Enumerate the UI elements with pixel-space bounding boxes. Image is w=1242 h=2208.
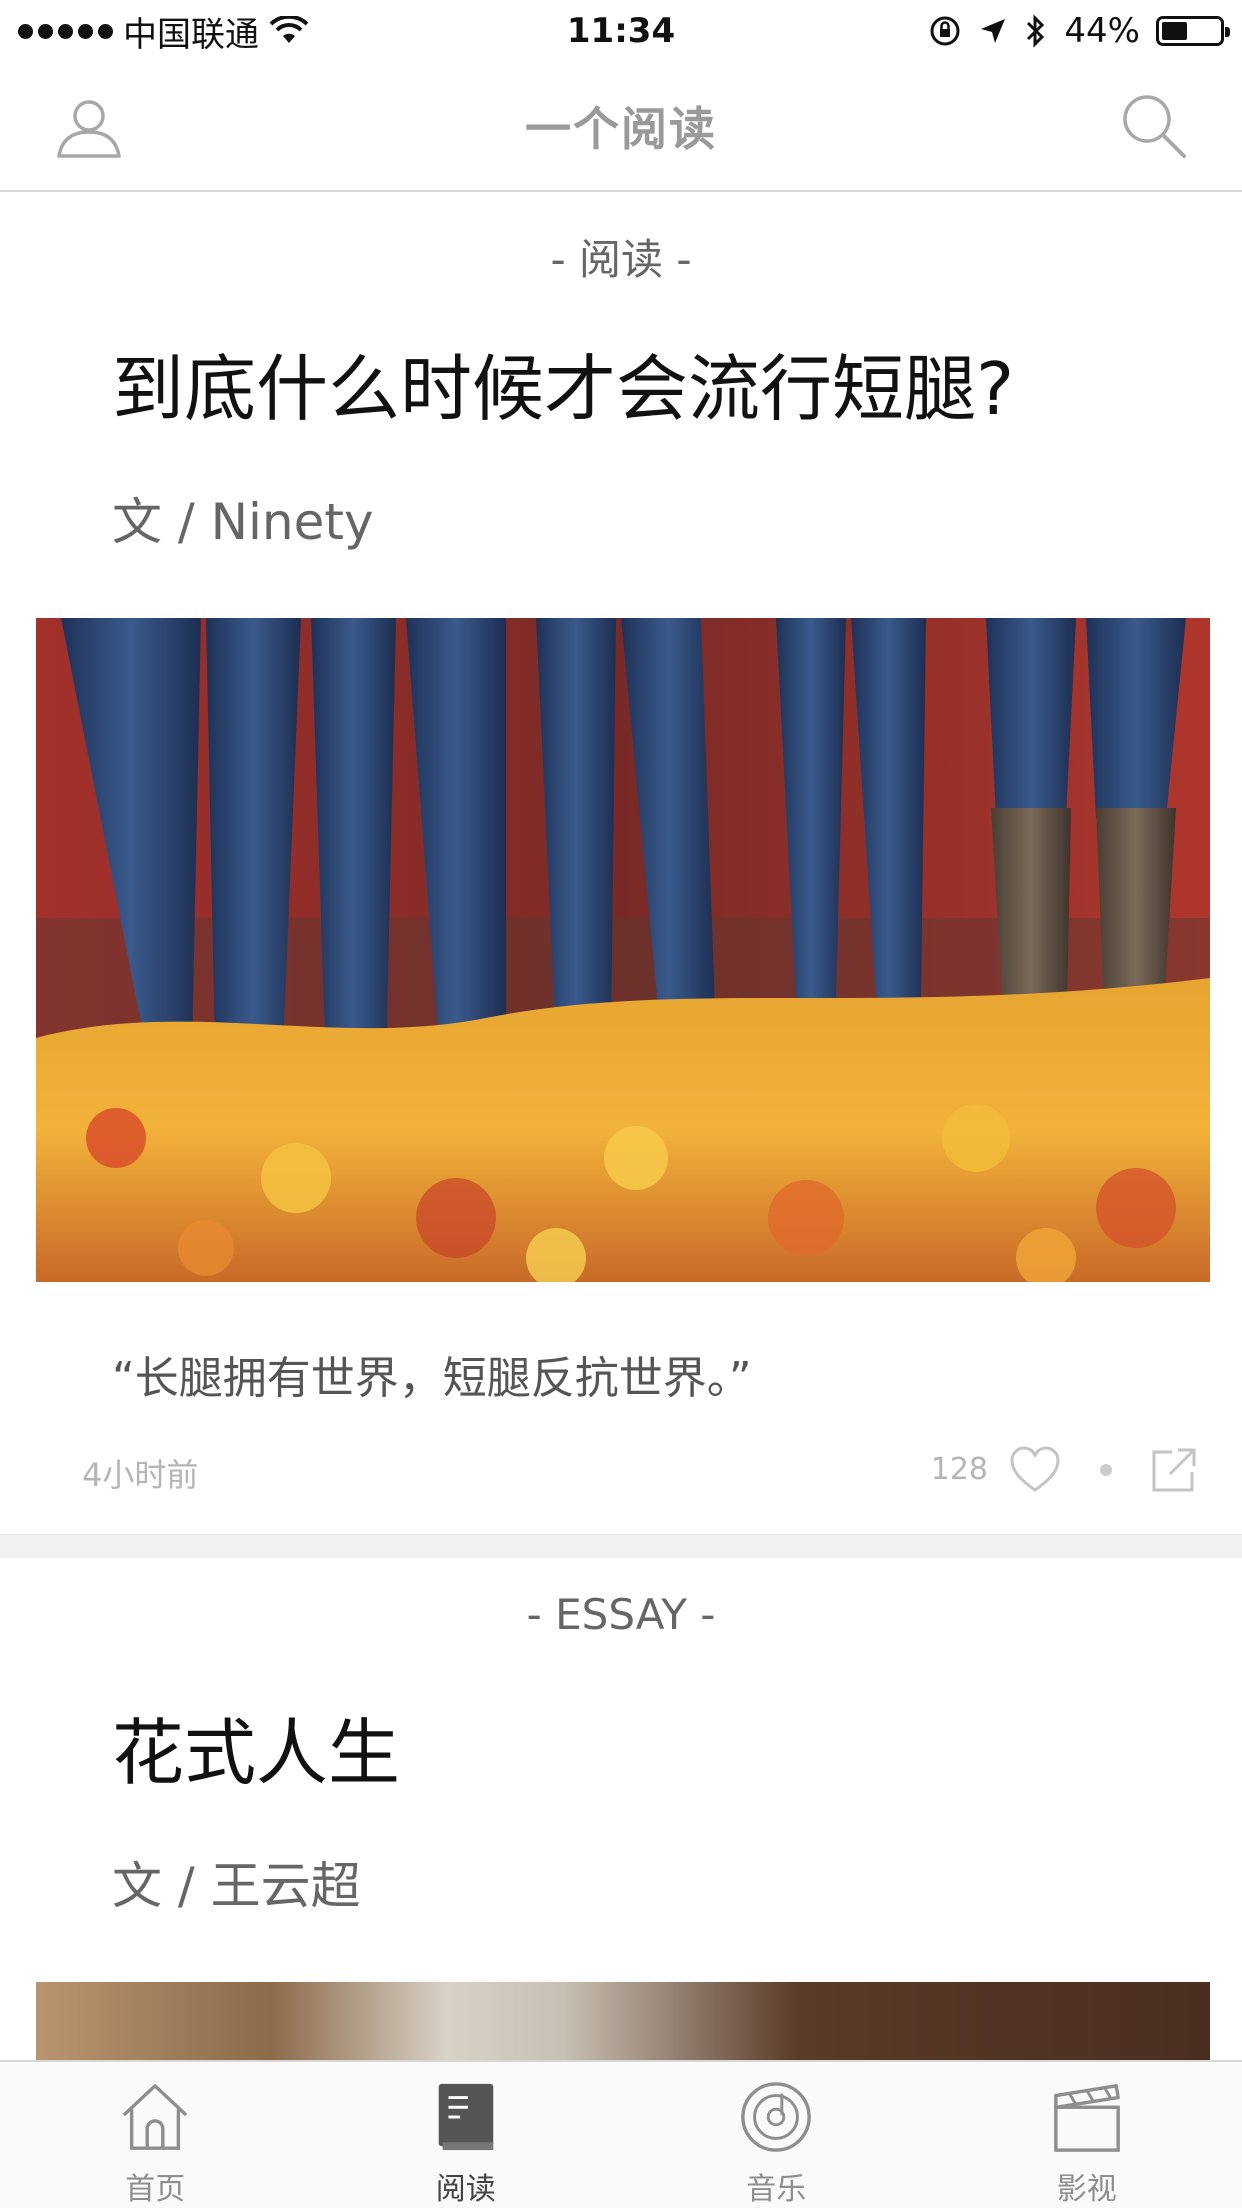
- bluetooth-icon: [1027, 14, 1045, 48]
- card-author: 文 / Ninety: [112, 493, 374, 551]
- page-title: 一个阅读: [525, 102, 717, 156]
- article-card[interactable]: - 阅读 - 到底什么时候才会流行短腿? 文 / Ninety “长腿拥有世界，…: [0, 194, 1242, 1534]
- wifi-icon: [269, 16, 309, 43]
- clapperboard-icon: [1053, 2084, 1120, 2152]
- status-left: 中国联通: [18, 7, 309, 56]
- tab-movie[interactable]: 影视: [932, 2062, 1242, 2208]
- nav-bar: 一个阅读: [0, 62, 1242, 192]
- card-timestamp: 4小时前: [82, 1456, 199, 1494]
- tab-label: 音乐: [746, 2172, 807, 2207]
- article-card[interactable]: - ESSAY - 花式人生 文 / 王云超: [0, 1558, 1242, 2060]
- home-icon: [122, 2084, 188, 2150]
- tab-bar: 首页 阅读 音乐 影视: [0, 2060, 1242, 2208]
- status-right: 44%: [928, 11, 1230, 51]
- tab-label: 影视: [1056, 2172, 1117, 2207]
- signal-strength-icon: [18, 23, 113, 39]
- share-icon[interactable]: [1148, 1444, 1200, 1496]
- tab-label: 首页: [125, 2172, 186, 2207]
- card-category: - ESSAY -: [526, 1590, 716, 1639]
- feed-list[interactable]: - 阅读 - 到底什么时候才会流行短腿? 文 / Ninety “长腿拥有世界，…: [0, 194, 1242, 2060]
- tab-home[interactable]: 首页: [0, 2062, 311, 2208]
- carrier-name: 中国联通: [123, 14, 259, 55]
- tab-label: 阅读: [435, 2172, 496, 2207]
- card-title[interactable]: 到底什么时候才会流行短腿?: [0, 294, 1242, 464]
- card-category: - 阅读 -: [550, 235, 692, 284]
- orientation-lock-icon: [930, 16, 960, 46]
- card-cover-image[interactable]: [36, 1982, 1210, 2060]
- card-author: 文 / 王云超: [112, 1857, 361, 1915]
- search-icon[interactable]: [1118, 90, 1188, 160]
- heart-icon[interactable]: [1008, 1444, 1062, 1494]
- card-separator: [0, 1534, 1242, 1558]
- profile-icon[interactable]: [54, 92, 124, 162]
- battery-fill: [1162, 22, 1187, 40]
- like-count: 128: [930, 1452, 988, 1487]
- card-title[interactable]: 花式人生: [0, 1658, 1242, 1828]
- card-cover-image[interactable]: [36, 618, 1210, 1282]
- music-disc-icon: [741, 2082, 812, 2152]
- card-excerpt: “长腿拥有世界，短腿反抗世界。”: [112, 1353, 752, 1404]
- status-bar: 中国联通 11:34 44%: [0, 0, 1242, 62]
- card-meta: 4小时前 128: [0, 1434, 1242, 1534]
- battery-icon: [1156, 16, 1230, 46]
- cover-photo-jeans-leaves: [36, 618, 1210, 1282]
- tab-reading[interactable]: 阅读: [311, 2062, 622, 2208]
- location-icon: [981, 19, 1006, 43]
- book-icon: [438, 2083, 494, 2151]
- more-dot-icon: [1100, 1464, 1112, 1476]
- battery-percent: 44%: [1064, 11, 1140, 51]
- tab-music[interactable]: 音乐: [621, 2062, 932, 2208]
